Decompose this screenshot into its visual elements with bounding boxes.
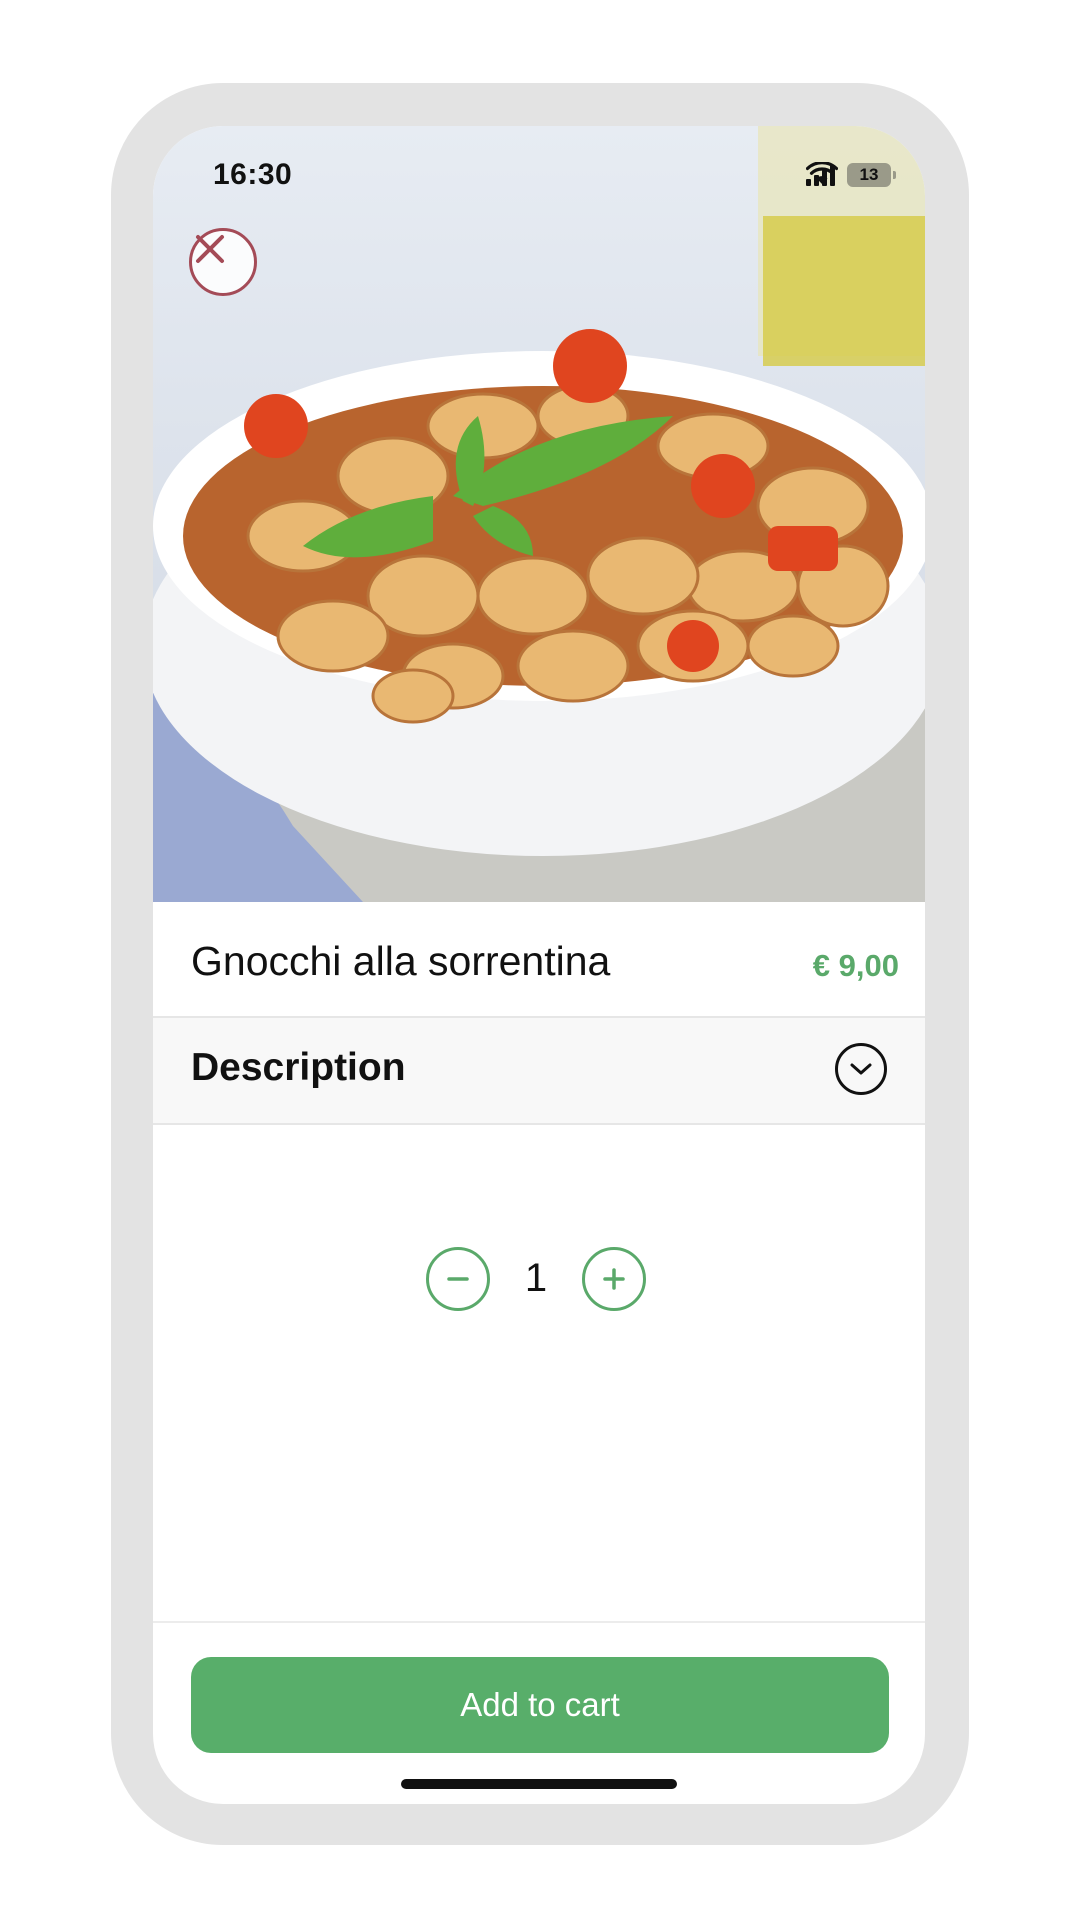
status-icons: 13 <box>806 162 896 188</box>
plus-icon <box>603 1268 625 1290</box>
battery-icon: 13 <box>847 163 896 187</box>
minus-icon <box>447 1277 469 1281</box>
wifi-icon <box>806 162 838 184</box>
description-toggle[interactable]: Description <box>153 1018 925 1125</box>
add-to-cart-label: Add to cart <box>460 1686 620 1723</box>
pasta-bowl-image: 16:30 13 <box>153 126 925 902</box>
decrement-button[interactable] <box>426 1247 490 1311</box>
status-time: 16:30 <box>213 158 293 191</box>
product-price: € 9,00 <box>812 948 899 983</box>
home-indicator[interactable] <box>401 1779 677 1789</box>
close-button[interactable] <box>189 228 257 296</box>
product-header: Gnocchi alla sorrentina € 9,00 <box>153 902 925 1018</box>
add-to-cart-button[interactable]: Add to cart <box>191 1657 889 1753</box>
description-label: Description <box>191 1046 406 1089</box>
product-name: Gnocchi alla sorrentina <box>191 938 611 984</box>
battery-level: 13 <box>859 165 879 184</box>
increment-button[interactable] <box>582 1247 646 1311</box>
quantity-value: 1 <box>524 1256 548 1300</box>
food-photo-illustration <box>153 126 925 902</box>
bottom-divider <box>153 1621 925 1623</box>
chevron-down-icon[interactable] <box>835 1043 887 1095</box>
quantity-stepper: 1 <box>426 1247 653 1313</box>
phone-screen: 16:30 13 Gnocchi alla sorrentina € 9,00 … <box>153 126 925 1804</box>
close-icon <box>196 235 224 263</box>
